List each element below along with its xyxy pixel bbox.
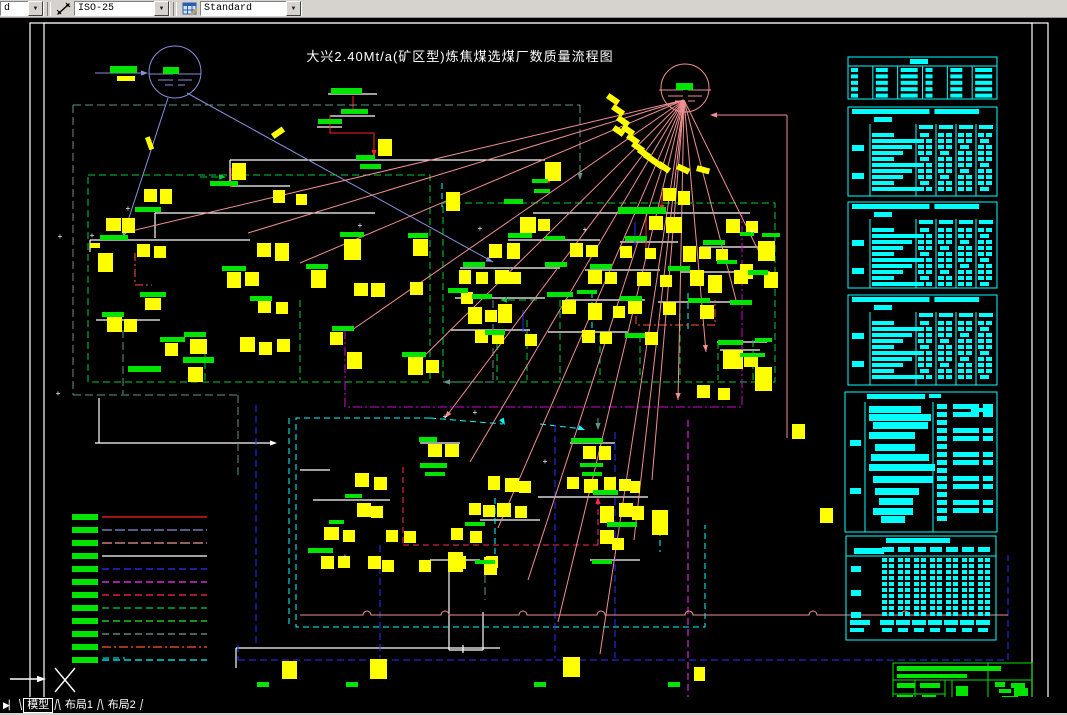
table-style-icon[interactable] (180, 0, 200, 17)
data-tables (844, 56, 998, 641)
svg-text:+: + (443, 412, 448, 421)
svg-text:+: + (126, 204, 131, 213)
data-table-2 (847, 106, 998, 197)
sheet-border (29, 22, 1049, 713)
data-table-5 (844, 391, 998, 533)
autocad-window: d ▼ ISO-25 ▼ Standard ▼ 大兴2.40Mt/a(矿区型)炼… (0, 0, 1067, 715)
style-toolbar: d ▼ ISO-25 ▼ Standard ▼ (0, 0, 1067, 18)
model-space-canvas[interactable]: 大兴2.40Mt/a(矿区型)炼焦煤选煤厂数质量流程图 + + + + + + + + + + + + (0, 0, 1067, 715)
table-style-combo[interactable]: Standard ▼ (200, 1, 302, 16)
tab-model[interactable]: \ 模型 / (19, 696, 58, 714)
toolbar-separator (47, 1, 51, 16)
svg-text:+: + (358, 221, 363, 230)
dim-style-combo[interactable]: ISO-25 ▼ (74, 1, 170, 16)
label-blocks-yellow (90, 76, 833, 681)
svg-text:+: + (58, 232, 63, 241)
dimension-style-icon[interactable] (54, 0, 74, 17)
tab-layout2[interactable]: \ 布局2 / (100, 696, 143, 714)
dimension-style-glyph (56, 2, 71, 15)
svg-text:+: + (343, 552, 348, 561)
text-style-combo[interactable]: d ▼ (0, 1, 44, 16)
stream-blocks-green (74, 66, 780, 687)
tab-nav-buttons[interactable]: ▶▏ (3, 700, 16, 711)
table-style-glyph (182, 2, 198, 16)
data-table-1 (847, 56, 998, 100)
tab-layout1[interactable]: \ 布局1 / (58, 696, 101, 714)
chevron-down-icon[interactable]: ▼ (286, 1, 301, 16)
svg-text:+: + (56, 389, 61, 398)
text-style-value: d (4, 3, 11, 14)
svg-text:+: + (750, 227, 755, 236)
toolbar-separator (173, 1, 177, 16)
chevron-down-icon[interactable]: ▼ (28, 1, 43, 16)
layout-tab-bar: ▶▏ \ 模型 / \ 布局1 / \ 布局2 / (0, 696, 1067, 714)
page-title: 大兴2.40Mt/a(矿区型)炼焦煤选煤厂数质量流程图 (306, 49, 613, 64)
dim-style-value: ISO-25 (78, 3, 115, 14)
svg-text:+: + (543, 457, 548, 466)
svg-text:+: + (583, 225, 588, 234)
data-table-3 (847, 201, 998, 289)
svg-text:+: + (90, 231, 95, 240)
drawing-title: 大兴2.40Mt/a(矿区型)炼焦煤选煤厂数质量流程图 (306, 49, 613, 64)
svg-text:+: + (478, 224, 483, 233)
data-table-4 (847, 294, 998, 386)
chevron-down-icon[interactable]: ▼ (154, 1, 169, 16)
table-style-value: Standard (204, 3, 253, 14)
data-table-6 (845, 535, 997, 641)
svg-text:+: + (473, 408, 478, 417)
ucs-icon (10, 667, 76, 693)
legend (72, 514, 207, 663)
